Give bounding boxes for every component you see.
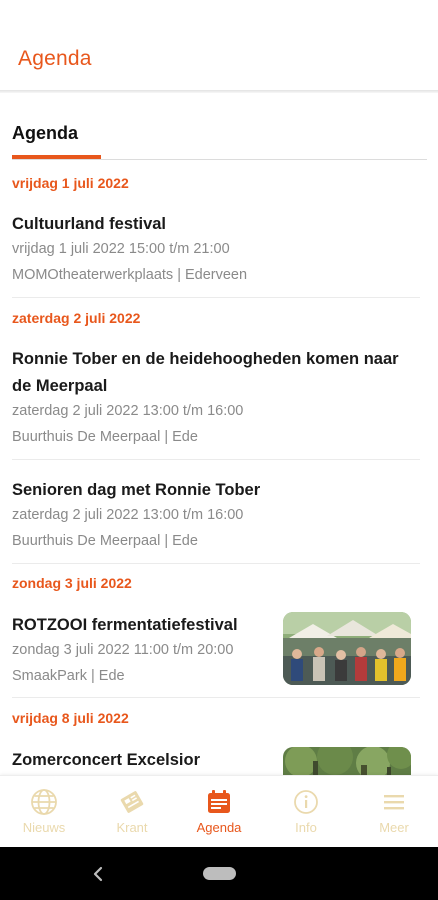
event-image[interactable] [283, 612, 411, 685]
event-title[interactable]: Cultuurland festival [12, 211, 166, 238]
bottom-navigation: Nieuws Krant Agenda Info Meer [0, 775, 438, 847]
newspaper-icon [120, 791, 144, 813]
nav-label: Krant [116, 820, 148, 835]
event-location: Buurthuis De Meerpaal | Ede [12, 429, 198, 445]
date-header: zondag 3 juli 2022 [12, 575, 132, 591]
system-navigation-bar [0, 847, 438, 900]
divider [12, 459, 420, 460]
home-button[interactable] [203, 867, 236, 880]
nav-item-nieuws[interactable]: Nieuws [0, 776, 88, 848]
event-time: zaterdag 2 juli 2022 13:00 t/m 16:00 [12, 507, 244, 523]
forest-photo [283, 747, 411, 775]
nav-item-agenda[interactable]: Agenda [175, 776, 263, 848]
nav-label: Info [295, 820, 317, 835]
market-photo [283, 612, 411, 685]
event-location: SmaakPark | Ede [12, 668, 125, 684]
globe-icon [31, 789, 57, 815]
nav-item-info[interactable]: Info [262, 776, 350, 848]
app-bar: Agenda [0, 30, 438, 90]
date-header: vrijdag 8 juli 2022 [12, 710, 129, 726]
event-location: Buurthuis De Meerpaal | Ede [12, 533, 198, 549]
event-time: vrijdag 1 juli 2022 15:00 t/m 21:00 [12, 241, 230, 257]
agenda-list[interactable]: Agenda vrijdag 1 juli 2022 Cultuurland f… [0, 93, 438, 775]
event-time: zaterdag 2 juli 2022 13:00 t/m 16:00 [12, 403, 244, 419]
event-title[interactable]: ROTZOOI fermentatiefestival [12, 612, 238, 639]
status-bar [0, 0, 438, 30]
app-bar-title: Agenda [18, 47, 92, 70]
event-title[interactable]: Ronnie Tober en de heidehoogheden komen … [12, 346, 399, 373]
nav-label: Agenda [196, 820, 242, 835]
event-image[interactable] [283, 747, 411, 775]
date-header: zaterdag 2 juli 2022 [12, 310, 141, 326]
menu-icon [384, 795, 404, 810]
tab-agenda[interactable]: Agenda [12, 123, 78, 144]
calendar-icon [208, 790, 230, 813]
divider [12, 297, 420, 298]
event-title[interactable]: Senioren dag met Ronnie Tober [12, 477, 260, 504]
back-icon[interactable] [90, 864, 106, 884]
event-location: MOMOtheaterwerkplaats | Ederveen [12, 267, 248, 283]
date-header: vrijdag 1 juli 2022 [12, 175, 129, 191]
nav-label: Meer [379, 820, 409, 835]
event-time: zondag 3 juli 2022 11:00 t/m 20:00 [12, 642, 234, 658]
tab-divider [12, 159, 427, 160]
divider [12, 697, 420, 698]
event-title[interactable]: Zomerconcert Excelsior [12, 747, 200, 774]
event-title-continued[interactable]: de Meerpaal [12, 373, 107, 400]
divider [12, 563, 420, 564]
info-icon [294, 790, 318, 814]
nav-label: Nieuws [22, 820, 66, 835]
nav-item-meer[interactable]: Meer [350, 776, 438, 848]
nav-item-krant[interactable]: Krant [88, 776, 176, 848]
